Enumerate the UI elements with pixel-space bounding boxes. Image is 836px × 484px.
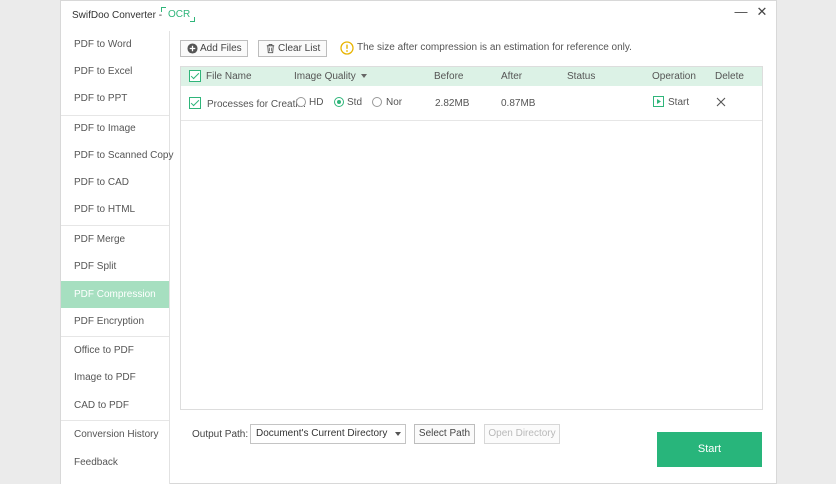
ocr-button[interactable]: OCR [161, 7, 195, 22]
output-path-select[interactable]: Document's Current Directory [250, 424, 406, 444]
output-path-label: Output Path: [192, 429, 249, 440]
trash-icon [266, 44, 275, 54]
plus-circle-icon [187, 43, 198, 54]
sidebar: PDF to Word PDF to Excel PDF to PPT PDF … [61, 31, 174, 484]
compression-notice: The size after compression is an estimat… [357, 42, 632, 53]
header-status: Status [567, 71, 596, 82]
size-before: 2.82MB [435, 98, 470, 109]
play-icon [653, 96, 664, 107]
select-path-button[interactable]: Select Path [414, 424, 475, 444]
delete-icon[interactable] [716, 97, 726, 107]
ocr-label: OCR [168, 9, 191, 20]
clear-list-label: Clear List [278, 43, 321, 54]
header-after: After [501, 71, 523, 82]
quality-dropdown-icon[interactable] [361, 74, 367, 78]
app-title: SwifDoo Converter - [72, 10, 163, 21]
header-before: Before [434, 71, 464, 82]
quality-std-radio[interactable] [334, 97, 344, 107]
quality-hd-label: HD [309, 97, 324, 108]
sidebar-item-pdf-merge[interactable]: PDF Merge [61, 226, 169, 253]
output-path-value: Document's Current Directory [256, 428, 388, 439]
file-name: Processes for Creati... [207, 99, 306, 110]
warning-icon [340, 41, 354, 55]
sidebar-item-pdf-to-cad[interactable]: PDF to CAD [61, 169, 169, 196]
close-icon[interactable]: ✕ [754, 4, 770, 20]
select-all-checkbox[interactable] [189, 70, 201, 82]
sidebar-item-pdf-to-ppt[interactable]: PDF to PPT [61, 85, 169, 112]
file-table: File Name Image Quality Before After Sta… [180, 66, 763, 410]
sidebar-item-pdf-compression[interactable]: PDF Compression [61, 281, 169, 308]
quality-hd-radio[interactable] [296, 97, 306, 107]
sidebar-item-pdf-split[interactable]: PDF Split [61, 253, 169, 280]
add-files-label: Add Files [200, 43, 242, 54]
sidebar-item-pdf-to-image[interactable]: PDF to Image [61, 115, 169, 142]
sidebar-item-pdf-to-html[interactable]: PDF to HTML [61, 196, 169, 223]
sidebar-item-cad-to-pdf[interactable]: CAD to PDF [61, 392, 169, 419]
table-header: File Name Image Quality Before After Sta… [181, 67, 762, 86]
size-after: 0.87MB [501, 98, 536, 109]
header-operation: Operation [652, 71, 696, 82]
table-row: Processes for Creati... HD Std Nor 2.82M… [181, 86, 762, 121]
header-file-name: File Name [206, 71, 252, 82]
sidebar-item-image-to-pdf[interactable]: Image to PDF [61, 364, 169, 391]
open-directory-button[interactable]: Open Directory [484, 424, 560, 444]
app-window: SwifDoo Converter - OCR — ✕ PDF to Word … [60, 0, 777, 484]
sidebar-item-pdf-to-word[interactable]: PDF to Word [61, 31, 169, 58]
quality-nor-label: Nor [386, 97, 403, 108]
clear-list-button[interactable]: Clear List [258, 40, 327, 57]
row-start-label: Start [668, 97, 690, 108]
sidebar-item-office-to-pdf[interactable]: Office to PDF [61, 337, 169, 364]
sidebar-item-pdf-to-scanned-copy[interactable]: PDF to Scanned Copy [61, 142, 174, 169]
titlebar: SwifDoo Converter - OCR — ✕ [61, 1, 776, 31]
add-files-button[interactable]: Add Files [180, 40, 248, 57]
sidebar-item-feedback[interactable]: Feedback [61, 449, 169, 476]
quality-nor-radio[interactable] [372, 97, 382, 107]
minimize-icon[interactable]: — [733, 4, 749, 20]
header-image-quality: Image Quality [294, 71, 356, 82]
header-delete: Delete [715, 71, 744, 82]
start-button[interactable]: Start [657, 432, 762, 467]
sidebar-item-conversion-history[interactable]: Conversion History [61, 421, 169, 448]
quality-std-label: Std [347, 97, 363, 108]
sidebar-item-pdf-encryption[interactable]: PDF Encryption [61, 308, 169, 335]
row-checkbox[interactable] [189, 97, 201, 109]
chevron-down-icon [395, 432, 401, 436]
sidebar-item-pdf-to-excel[interactable]: PDF to Excel [61, 58, 169, 85]
